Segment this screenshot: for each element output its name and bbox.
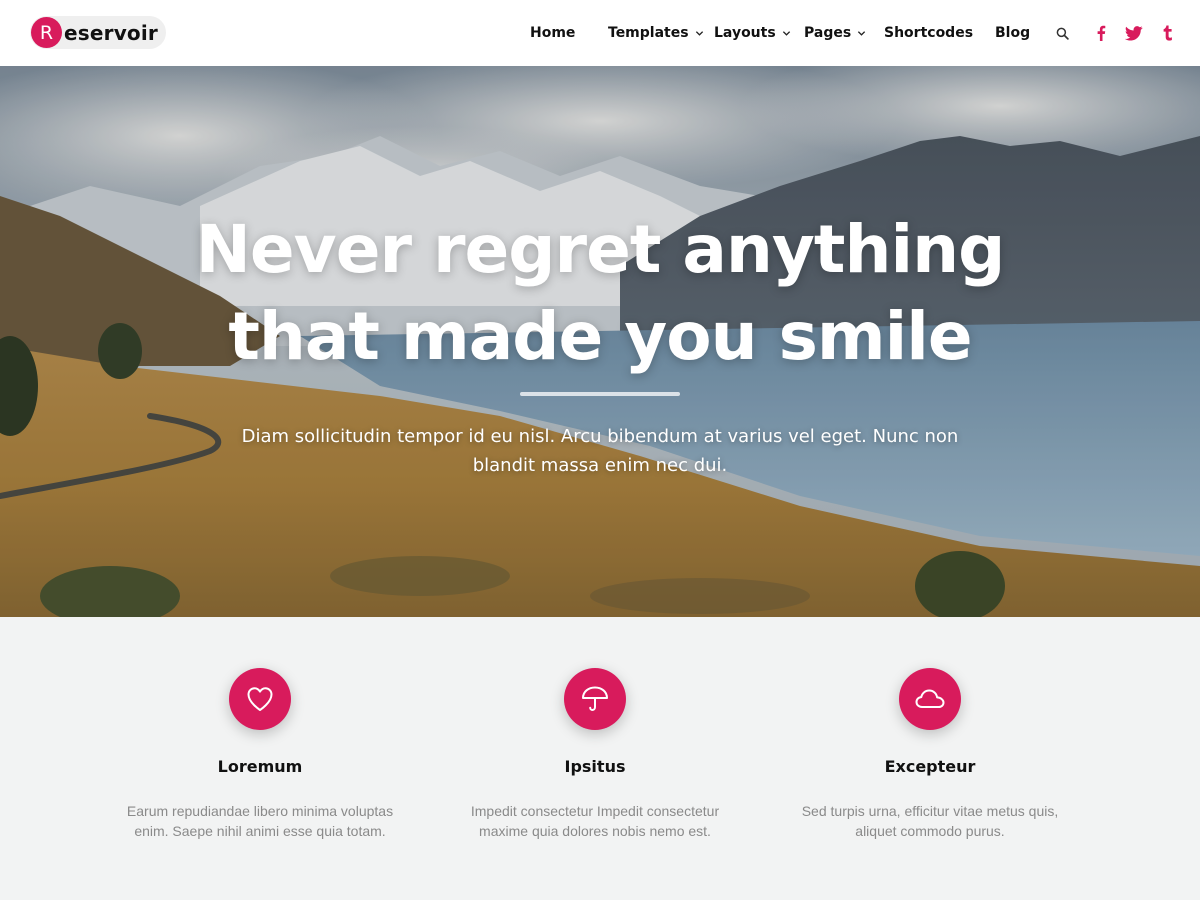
nav-item-pages[interactable]: Pages (804, 25, 866, 41)
feature-text: Sed turpis urna, efficitur vitae metus q… (801, 803, 1059, 839)
site-header: R eservoir Home Templates Layouts Pages … (0, 0, 1200, 66)
hero-title-line2: that made you smile (228, 298, 972, 375)
heart-icon (247, 687, 273, 711)
feature-title: Excepteur (884, 757, 976, 776)
nav-item-label: Home (530, 25, 576, 41)
cloud-icon (915, 689, 945, 708)
hero-title: Never regret anything that made you smil… (0, 206, 1200, 380)
nav-item-blog[interactable]: Blog (995, 25, 1030, 41)
features-section: Loremum Earum repudiandae libero minima … (0, 617, 1200, 900)
feature-text: Impedit consectetur Impedit consectetur … (470, 803, 720, 839)
nav-item-label: Pages (804, 25, 852, 41)
search-icon[interactable] (1054, 24, 1070, 42)
nav-item-templates[interactable]: Templates (608, 25, 704, 41)
nav-item-layouts[interactable]: Layouts (714, 25, 791, 41)
nav-item-label: Blog (995, 25, 1031, 41)
chevron-down-icon (695, 30, 703, 36)
umbrella-icon (582, 686, 608, 712)
feature-icon-circle (229, 668, 291, 730)
hero-section: Never regret anything that made you smil… (0, 66, 1200, 617)
feature-title: Ipsitus (564, 757, 626, 776)
main-nav: Home Templates Layouts Pages Shortcodes … (0, 0, 1200, 66)
feature-icon-circle (564, 668, 626, 730)
chevron-down-icon (858, 30, 866, 36)
feature-icon-circle (899, 668, 961, 730)
nav-item-label: Layouts (714, 25, 776, 41)
hero-subtitle: Diam sollicitudin tempor id eu nisl. Arc… (241, 426, 959, 476)
feature-text: Earum repudiandae libero minima voluptas… (126, 803, 394, 839)
nav-item-shortcodes[interactable]: Shortcodes (884, 25, 973, 41)
nav-item-home[interactable]: Home (530, 25, 575, 41)
twitter-icon[interactable] (1124, 24, 1144, 42)
hero-title-line1: Never regret anything (195, 211, 1006, 288)
chevron-down-icon (782, 30, 790, 36)
tumblr-icon[interactable] (1159, 24, 1175, 42)
nav-item-label: Shortcodes (884, 25, 974, 41)
facebook-icon[interactable] (1093, 24, 1109, 42)
feature-title: Loremum (217, 757, 303, 776)
nav-item-label: Templates (608, 25, 689, 41)
hero-divider (520, 392, 680, 396)
